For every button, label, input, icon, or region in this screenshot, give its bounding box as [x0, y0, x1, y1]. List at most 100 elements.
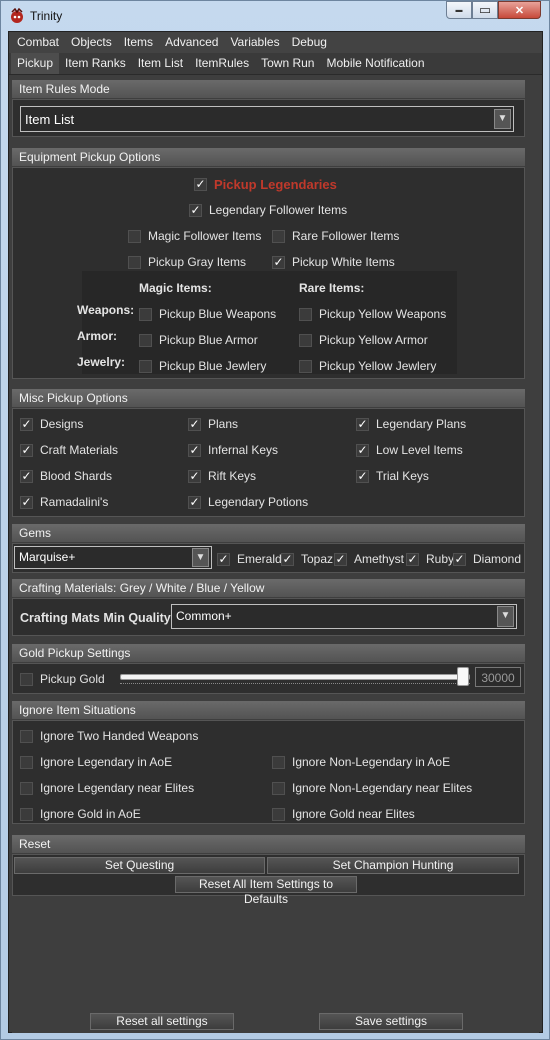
jewelry-label: Jewelry:: [77, 355, 126, 369]
craft-materials-checkbox[interactable]: ✓ Craft Materials: [20, 443, 118, 457]
check-icon: ✓: [20, 494, 33, 509]
close-button[interactable]: ✕: [498, 1, 541, 19]
crafting-quality-value: Common+: [176, 609, 232, 623]
weapons-label: Weapons:: [77, 303, 135, 317]
blue-jewelry-checkbox[interactable]: Pickup Blue Jewlery: [139, 359, 266, 373]
rare-follower-checkbox[interactable]: Rare Follower Items: [272, 229, 399, 243]
gold-slider-handle[interactable]: [457, 667, 469, 686]
legendary-potions-checkbox[interactable]: ✓ Legendary Potions: [188, 495, 308, 509]
ignore-two-handed-checkbox[interactable]: Ignore Two Handed Weapons: [20, 729, 198, 743]
chevron-down-icon: ▼: [494, 109, 511, 129]
menu-objects[interactable]: Objects: [65, 32, 118, 53]
pickup-legendaries-checkbox[interactable]: ✓ Pickup Legendaries: [194, 177, 337, 192]
check-icon: ✓: [356, 468, 369, 483]
gold-slider-track[interactable]: [120, 674, 470, 680]
ignore-legendary-aoe-checkbox[interactable]: Ignore Legendary in AoE: [20, 755, 172, 769]
pickup-gray-checkbox[interactable]: Pickup Gray Items: [128, 255, 246, 269]
crafting-panel: Crafting Mats Min Quality: Common+ ▼: [12, 598, 525, 636]
tab-item-list[interactable]: Item List: [132, 53, 189, 74]
title-bar[interactable]: Trinity ▬ ▭ ✕: [1, 1, 549, 31]
tab-item-ranks[interactable]: Item Ranks: [59, 53, 132, 74]
topaz-checkbox[interactable]: ✓ Topaz: [281, 552, 333, 566]
designs-checkbox[interactable]: ✓ Designs: [20, 417, 83, 431]
legendary-potions-label: Legendary Potions: [208, 495, 309, 509]
save-settings-button[interactable]: Save settings: [319, 1013, 463, 1030]
ignore-gold-aoe-checkbox[interactable]: Ignore Gold in AoE: [20, 807, 141, 821]
yellow-weapons-checkbox[interactable]: Pickup Yellow Weapons: [299, 307, 446, 321]
plans-checkbox[interactable]: ✓ Plans: [188, 417, 238, 431]
minimize-icon: ▬: [455, 6, 463, 14]
blood-shards-checkbox[interactable]: ✓ Blood Shards: [20, 469, 112, 483]
gems-header: Gems: [12, 524, 525, 542]
tab-pickup[interactable]: Pickup: [11, 53, 60, 74]
check-icon: ✓: [194, 177, 207, 191]
craft-materials-label: Craft Materials: [40, 443, 119, 457]
ignore-gold-elites-checkbox[interactable]: Ignore Gold near Elites: [272, 807, 415, 821]
topaz-label: Topaz: [301, 552, 334, 566]
unchecked-box-icon: [20, 807, 33, 821]
amethyst-checkbox[interactable]: ✓ Amethyst: [334, 552, 404, 566]
reset-all-settings-button[interactable]: Reset all settings: [90, 1013, 234, 1030]
pickup-white-label: Pickup White Items: [292, 255, 395, 269]
magic-follower-checkbox[interactable]: Magic Follower Items: [128, 229, 261, 243]
infernal-keys-checkbox[interactable]: ✓ Infernal Keys: [188, 443, 278, 457]
ruby-checkbox[interactable]: ✓ Ruby: [406, 552, 454, 566]
tab-itemrules[interactable]: ItemRules: [189, 53, 255, 74]
diamond-checkbox[interactable]: ✓ Diamond: [453, 552, 521, 566]
magic-follower-label: Magic Follower Items: [148, 229, 262, 243]
tab-town-run[interactable]: Town Run: [255, 53, 320, 74]
minimize-button[interactable]: ▬: [446, 1, 472, 19]
yellow-armor-checkbox[interactable]: Pickup Yellow Armor: [299, 333, 428, 347]
low-level-items-checkbox[interactable]: ✓ Low Level Items: [356, 443, 463, 457]
ramadalinis-checkbox[interactable]: ✓ Ramadalini's: [20, 495, 108, 509]
item-rules-mode-combo[interactable]: Item List ▼: [20, 106, 514, 132]
unchecked-box-icon: [139, 333, 152, 347]
reset-all-item-settings-button[interactable]: Reset All Item Settings to Defaults: [175, 876, 357, 906]
blue-weapons-checkbox[interactable]: Pickup Blue Weapons: [139, 307, 276, 321]
set-champion-hunting-button[interactable]: Set Champion Hunting: [267, 857, 519, 874]
legendary-follower-checkbox[interactable]: ✓ Legendary Follower Items: [189, 203, 347, 217]
check-icon: ✓: [188, 468, 201, 483]
menu-variables[interactable]: Variables: [224, 32, 285, 53]
ignore-legendary-elites-checkbox[interactable]: Ignore Legendary near Elites: [20, 781, 194, 795]
check-icon: ✓: [217, 551, 230, 566]
chevron-down-icon: ▼: [192, 548, 209, 567]
maximize-button[interactable]: ▭: [472, 1, 498, 19]
gold-amount-field[interactable]: 30000: [475, 667, 521, 687]
rare-follower-label: Rare Follower Items: [292, 229, 400, 243]
emerald-checkbox[interactable]: ✓ Emerald: [217, 552, 282, 566]
unchecked-box-icon: [20, 755, 33, 769]
amethyst-label: Amethyst: [354, 552, 405, 566]
menu-combat[interactable]: Combat: [11, 32, 65, 53]
menu-advanced[interactable]: Advanced: [159, 32, 224, 53]
trial-keys-checkbox[interactable]: ✓ Trial Keys: [356, 469, 429, 483]
ignore-non-legendary-elites-checkbox[interactable]: Ignore Non-Legendary near Elites: [272, 781, 472, 795]
crafting-quality-combo[interactable]: Common+ ▼: [171, 604, 517, 629]
pickup-gold-checkbox[interactable]: Pickup Gold: [20, 672, 105, 686]
ruby-label: Ruby: [426, 552, 455, 566]
set-questing-button[interactable]: Set Questing: [14, 857, 265, 874]
yellow-jewelry-checkbox[interactable]: Pickup Yellow Jewlery: [299, 359, 436, 373]
gold-slider-ticks: [120, 683, 470, 687]
check-icon: ✓: [189, 202, 202, 217]
menu-items[interactable]: Items: [118, 32, 159, 53]
gem-quality-combo[interactable]: Marquise+ ▼: [14, 546, 212, 569]
close-icon: ✕: [514, 4, 525, 17]
check-icon: ✓: [406, 551, 419, 566]
rift-keys-checkbox[interactable]: ✓ Rift Keys: [188, 469, 256, 483]
check-icon: ✓: [334, 551, 347, 566]
tab-mobile-notification[interactable]: Mobile Notification: [320, 53, 430, 74]
yellow-weapons-label: Pickup Yellow Weapons: [319, 307, 447, 321]
unchecked-box-icon: [299, 333, 312, 347]
check-icon: ✓: [356, 416, 369, 431]
menu-debug[interactable]: Debug: [286, 32, 333, 53]
check-icon: ✓: [356, 442, 369, 457]
pickup-white-checkbox[interactable]: ✓ Pickup White Items: [272, 255, 395, 269]
blue-armor-checkbox[interactable]: Pickup Blue Armor: [139, 333, 258, 347]
check-icon: ✓: [188, 442, 201, 457]
ignore-non-legendary-aoe-checkbox[interactable]: Ignore Non-Legendary in AoE: [272, 755, 450, 769]
menu-bar: Combat Objects Items Advanced Variables …: [9, 32, 542, 53]
unchecked-box-icon: [20, 729, 33, 743]
misc-header: Misc Pickup Options: [12, 389, 525, 407]
legendary-plans-checkbox[interactable]: ✓ Legendary Plans: [356, 417, 466, 431]
